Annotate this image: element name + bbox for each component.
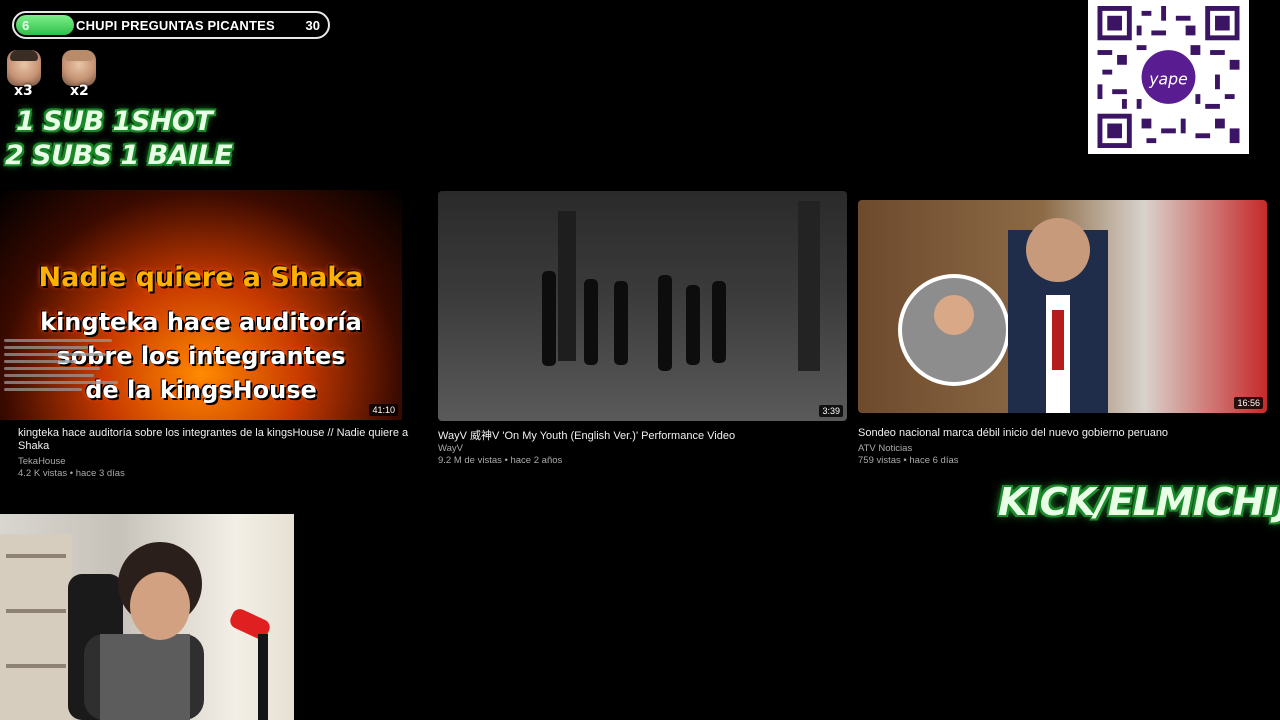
video-title-2[interactable]: WayV 威神V 'On My Youth (English Ver.)' Pe… bbox=[438, 427, 735, 443]
video-thumbnail-1[interactable]: Nadie quiere a Shaka kingteka hace audit… bbox=[0, 190, 402, 420]
video-meta-2: 9.2 M de vistas • hace 2 años bbox=[438, 455, 563, 466]
video-title-1-wrap[interactable]: Shaka bbox=[18, 440, 49, 452]
face-avatar-2 bbox=[62, 50, 96, 86]
thumb-headline: Nadie quiere a Shaka bbox=[38, 262, 364, 293]
video-title-3[interactable]: Sondeo nacional marca débil inicio del n… bbox=[858, 427, 1168, 439]
face-avatar-1 bbox=[7, 50, 41, 86]
rule-line-2: 2 SUBS 1 BAILE bbox=[5, 140, 233, 171]
video-title-1[interactable]: kingteka hace auditoría sobre los integr… bbox=[18, 427, 408, 439]
goal-target: 30 bbox=[305, 18, 320, 33]
news-scene bbox=[898, 218, 1108, 413]
multiplier-label-1: x3 bbox=[14, 83, 33, 99]
rule-line-1: 1 SUB 1SHOT bbox=[16, 106, 213, 137]
goal-progress-bar: 6 CHUPI PREGUNTAS PICANTES 30 bbox=[12, 11, 330, 39]
webcam-feed bbox=[0, 514, 294, 720]
video-channel-1[interactable]: TekaHouse bbox=[18, 456, 66, 467]
yape-qr-code: yape bbox=[1088, 0, 1249, 154]
video-meta-3: 759 vistas • hace 6 días bbox=[858, 455, 959, 466]
video-duration-2: 3:39 bbox=[819, 405, 843, 417]
qr-brand-text: yape bbox=[1148, 69, 1187, 88]
thumb-line-1: kingteka hace auditoría bbox=[40, 308, 362, 336]
dancers-scene bbox=[542, 201, 820, 371]
video-meta-1: 4.2 K vistas • hace 3 días bbox=[18, 468, 125, 479]
video-channel-3[interactable]: ATV Noticias bbox=[858, 443, 912, 454]
kick-handle: KICK/ELMICHIJ bbox=[998, 480, 1280, 524]
chat-overlay bbox=[4, 335, 124, 415]
video-thumbnail-3[interactable]: 16:56 bbox=[858, 200, 1267, 413]
goal-count: 6 bbox=[22, 18, 30, 33]
goal-title: CHUPI PREGUNTAS PICANTES bbox=[76, 18, 275, 33]
video-thumbnail-2[interactable]: 3:39 bbox=[438, 191, 847, 421]
qr-pattern: yape bbox=[1097, 6, 1240, 148]
video-duration-1: 41:10 bbox=[369, 404, 398, 416]
multiplier-label-2: x2 bbox=[70, 83, 89, 99]
video-duration-3: 16:56 bbox=[1234, 397, 1263, 409]
webcam-scene bbox=[0, 534, 270, 720]
video-channel-2[interactable]: WayV bbox=[438, 443, 463, 454]
